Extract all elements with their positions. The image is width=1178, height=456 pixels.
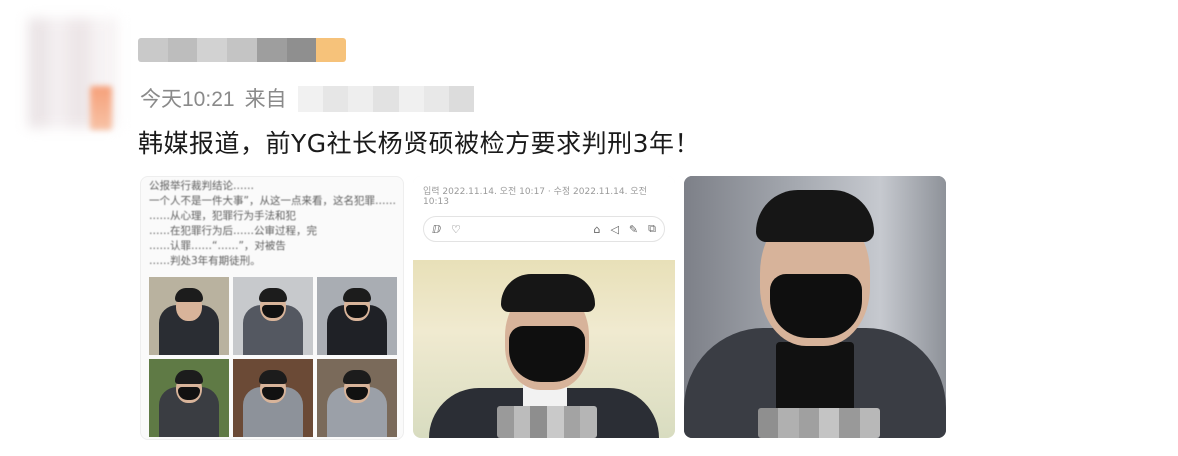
photo-grid <box>149 277 397 437</box>
article-timestamp: 입력 2022.11.14. 오전 10:17 · 수정 2022.11.14.… <box>423 187 647 207</box>
news-article-excerpt: 公报举行裁判结论…… 一个人不是一件大事”，从这一点来看，这名犯罪…… ……从心… <box>149 180 396 267</box>
article-toolbar: ⅅ ♡ ⌂ ◁ ✎ ⧉ <box>423 216 665 242</box>
photo-thumb <box>317 359 397 437</box>
photo-thumb <box>233 277 313 355</box>
volume-icon: ◁ <box>610 222 619 236</box>
post-image-1[interactable]: 公报举行裁判结论…… 一个人不是一件大事”，从这一点来看，这名犯罪…… ……从心… <box>140 176 404 440</box>
mosaic-watermark <box>497 406 597 438</box>
photo-thumb <box>149 277 229 355</box>
photo-thumb <box>233 359 313 437</box>
face-mask <box>770 274 862 338</box>
post-image-3[interactable] <box>684 176 946 438</box>
post-source-label: 来自 <box>244 88 287 111</box>
avatar-badge <box>90 86 112 130</box>
post-text: 韩媒报道，前YG社长杨贤硕被检方要求判刑3年！ <box>138 129 701 158</box>
post-meta: 今天10:21 来自 <box>140 84 287 112</box>
photo-thumb <box>149 359 229 437</box>
face-mask <box>509 326 585 382</box>
translate-icon: ✎ <box>628 222 639 236</box>
comment-icon: ⅅ <box>432 222 442 236</box>
post-source-blurred[interactable] <box>298 86 474 112</box>
photo-thumb <box>317 277 397 355</box>
share-icon: ⧉ <box>648 222 656 235</box>
username-blurred[interactable] <box>138 38 346 62</box>
post-image-2[interactable]: 입력 2022.11.14. 오전 10:17 · 수정 2022.11.14.… <box>413 176 675 438</box>
bookmark-icon: ⌂ <box>593 222 601 236</box>
heart-icon: ♡ <box>451 222 461 236</box>
mosaic-watermark <box>758 408 880 438</box>
post-time: 今天10:21 <box>140 88 235 111</box>
article-header: 입력 2022.11.14. 오전 10:17 · 수정 2022.11.14.… <box>413 176 675 260</box>
